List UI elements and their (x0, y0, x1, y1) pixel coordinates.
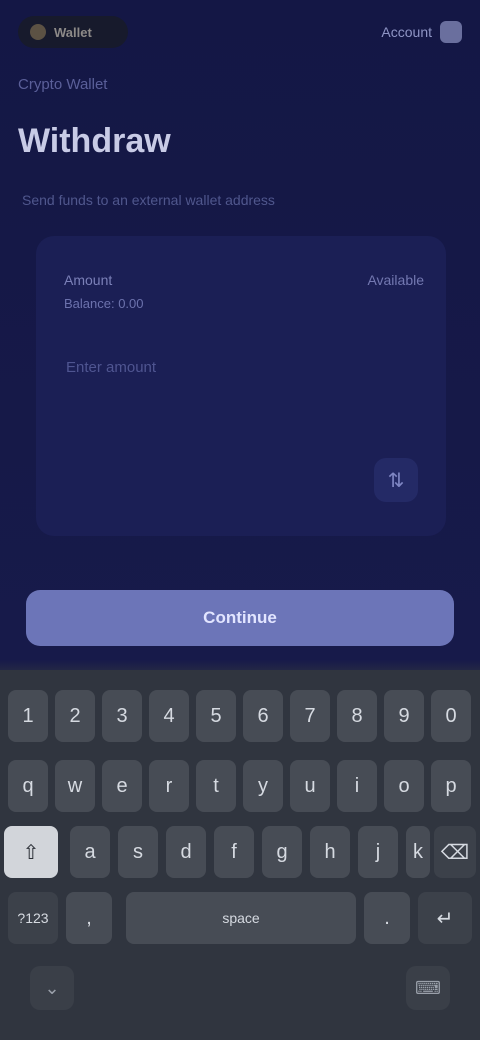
key[interactable]: s (118, 826, 158, 878)
key[interactable]: f (214, 826, 254, 878)
key[interactable]: q (8, 760, 48, 812)
key[interactable]: 0 (431, 690, 471, 742)
key[interactable]: 6 (243, 690, 283, 742)
asset-label: Amount (64, 272, 113, 288)
key[interactable]: 1 (8, 690, 48, 742)
brand-pill[interactable]: Wallet (18, 16, 128, 48)
key[interactable]: i (337, 760, 377, 812)
key[interactable]: h (310, 826, 350, 878)
page-kicker: Crypto Wallet (18, 76, 108, 93)
keyboard-row-letters-2: ⇧ a s d f g h j k ⌫ (0, 826, 480, 878)
keyboard-switch-icon[interactable]: ⌨ (406, 966, 450, 1010)
withdraw-card: Amount Available Balance: 0.00 ⇅ (36, 236, 446, 536)
key[interactable]: 4 (149, 690, 189, 742)
key[interactable]: 7 (290, 690, 330, 742)
key[interactable]: e (102, 760, 142, 812)
page-title: Withdraw (18, 122, 171, 160)
keyboard-hide-icon[interactable]: ⌄ (30, 966, 74, 1010)
comma-key[interactable]: , (66, 892, 112, 944)
keyboard-row-bottom: ?123 , space . ↵ (0, 892, 480, 944)
key[interactable]: y (243, 760, 283, 812)
balance-text: Balance: 0.00 (64, 296, 144, 311)
page-subtitle: Send funds to an external wallet address (22, 192, 275, 208)
keyboard-row-numbers: 1 2 3 4 5 6 7 8 9 0 (0, 690, 480, 742)
key[interactable]: 9 (384, 690, 424, 742)
key[interactable]: j (358, 826, 398, 878)
key[interactable]: d (166, 826, 206, 878)
shift-key[interactable]: ⇧ (4, 826, 58, 878)
key[interactable]: k (406, 826, 430, 878)
key[interactable]: 2 (55, 690, 95, 742)
screen: Wallet Account Crypto Wallet Withdraw Se… (0, 0, 480, 1040)
brand-logo-icon (30, 24, 46, 40)
key[interactable]: u (290, 760, 330, 812)
key[interactable]: o (384, 760, 424, 812)
key[interactable]: 3 (102, 690, 142, 742)
top-app-bar: Wallet Account (0, 0, 480, 64)
enter-key[interactable]: ↵ (418, 892, 472, 944)
account-label: Account (381, 24, 432, 40)
key[interactable]: 8 (337, 690, 377, 742)
key[interactable]: w (55, 760, 95, 812)
key[interactable]: a (70, 826, 110, 878)
key[interactable]: p (431, 760, 471, 812)
available-label[interactable]: Available (367, 272, 424, 288)
swap-button[interactable]: ⇅ (374, 458, 418, 502)
brand-label: Wallet (54, 24, 92, 40)
key[interactable]: 5 (196, 690, 236, 742)
symbols-key[interactable]: ?123 (8, 892, 58, 944)
card-header-row: Amount Available (64, 272, 424, 288)
account-icon (440, 21, 462, 43)
key[interactable]: r (149, 760, 189, 812)
period-key[interactable]: . (364, 892, 410, 944)
swap-icon: ⇅ (387, 469, 405, 492)
backspace-key[interactable]: ⌫ (434, 826, 476, 878)
account-button[interactable]: Account (381, 21, 462, 43)
space-key[interactable]: space (126, 892, 356, 944)
keyboard-row-letters-1: q w e r t y u i o p (0, 760, 480, 812)
continue-button[interactable]: Continue (26, 590, 454, 646)
key[interactable]: g (262, 826, 302, 878)
key[interactable]: t (196, 760, 236, 812)
amount-input[interactable] (64, 358, 328, 377)
